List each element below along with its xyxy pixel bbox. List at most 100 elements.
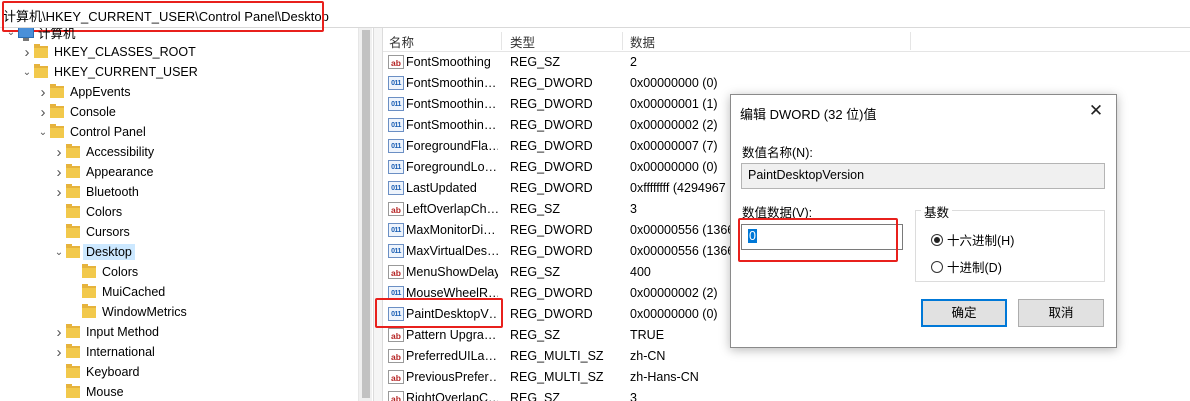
tree-scrollbar[interactable] xyxy=(358,28,372,401)
tree-item[interactable]: › AppEvents xyxy=(36,82,131,102)
list-row[interactable]: ab PreviousPrefer… REG_MULTI_SZ zh-Hans-CN xyxy=(383,367,1190,388)
list-row[interactable]: ab PreferredUILa… REG_MULTI_SZ zh-CN xyxy=(383,346,1190,367)
tree-item-label[interactable]: Colors xyxy=(86,205,122,219)
tree-item-label[interactable]: HKEY_CURRENT_USER xyxy=(54,65,198,79)
tree-item-label[interactable]: Control Panel xyxy=(70,125,146,139)
dword-value-icon: 011 xyxy=(388,286,404,300)
tree-item[interactable]: › Accessibility xyxy=(52,142,155,162)
row-data: 0x00000002 (2) xyxy=(630,118,718,132)
radio-dec-label[interactable]: 十进制(D) xyxy=(947,257,1002,276)
radio-hex-label[interactable]: 十六进制(H) xyxy=(947,230,1014,249)
chevron-right-icon[interactable]: › xyxy=(52,342,66,362)
tree-item[interactable]: Colors xyxy=(52,202,122,222)
address-path[interactable]: 计算机\HKEY_CURRENT_USER\Control Panel\Desk… xyxy=(3,6,329,25)
row-type: REG_DWORD xyxy=(510,181,593,195)
tree-item-label[interactable]: Accessibility xyxy=(86,145,154,159)
folder-icon xyxy=(82,304,96,318)
tree-item[interactable]: ⌄ 计算机 xyxy=(4,28,76,42)
row-name: Pattern Upgra… xyxy=(406,328,497,342)
dword-value-icon: 011 xyxy=(388,223,404,237)
chevron-right-icon[interactable]: › xyxy=(52,182,66,202)
column-type-header[interactable]: 类型 xyxy=(504,32,623,50)
list-row[interactable]: ab FontSmoothing REG_SZ 2 xyxy=(383,52,1190,73)
tree-scroll-thumb[interactable] xyxy=(362,30,370,398)
chevron-right-icon[interactable]: › xyxy=(20,42,34,62)
row-name: FontSmoothing xyxy=(406,55,491,69)
tree-item[interactable]: › Console xyxy=(36,102,116,122)
tree-item-label[interactable]: Keyboard xyxy=(86,365,140,379)
folder-icon xyxy=(82,284,96,298)
tree-item[interactable]: MuiCached xyxy=(68,282,165,302)
tree-item[interactable]: › Appearance xyxy=(52,162,154,182)
tree-item[interactable]: Keyboard xyxy=(52,362,140,382)
folder-icon xyxy=(50,104,64,118)
string-value-icon: ab xyxy=(388,349,404,363)
row-name: FontSmoothin… xyxy=(406,97,497,111)
row-data: 3 xyxy=(630,391,637,401)
radio-decimal[interactable]: 十进制(D) xyxy=(931,257,1002,276)
tree-item[interactable]: › Input Method xyxy=(52,322,159,342)
tree-item[interactable]: › HKEY_CLASSES_ROOT xyxy=(20,42,196,62)
tree-item-label[interactable]: Cursors xyxy=(86,225,130,239)
tree-item[interactable]: Mouse xyxy=(52,382,124,401)
chevron-right-icon[interactable]: › xyxy=(52,142,66,162)
folder-icon xyxy=(50,84,64,98)
tree-item-label[interactable]: Appearance xyxy=(86,165,153,179)
chevron-right-icon[interactable]: › xyxy=(52,162,66,182)
radio-dec-dot[interactable] xyxy=(931,260,943,273)
tree-item-label[interactable]: HKEY_CLASSES_ROOT xyxy=(54,45,196,59)
chevron-right-icon[interactable]: › xyxy=(36,102,50,122)
value-data-input[interactable]: 0 xyxy=(741,224,903,250)
tree-item-label[interactable]: Input Method xyxy=(86,325,159,339)
row-data: 0xffffffff (4294967 xyxy=(630,181,726,195)
tree-item-label[interactable]: Mouse xyxy=(86,385,124,399)
tree-item[interactable]: ⌄ Control Panel xyxy=(36,122,146,142)
row-name: LeftOverlapCh… xyxy=(406,202,498,216)
chevron-down-icon[interactable]: ⌄ xyxy=(36,122,50,142)
radio-hex-dot[interactable] xyxy=(931,233,943,246)
tree-item-label[interactable]: Desktop xyxy=(83,244,135,260)
close-icon[interactable]: ✕ xyxy=(1086,101,1106,121)
cancel-button[interactable]: 取消 xyxy=(1018,299,1104,327)
column-name-header[interactable]: 名称 xyxy=(383,32,502,50)
tree-item-label[interactable]: Bluetooth xyxy=(86,185,139,199)
folder-icon xyxy=(34,64,48,78)
tree-item-label[interactable]: International xyxy=(86,345,155,359)
chevron-down-icon[interactable]: ⌄ xyxy=(4,28,18,42)
tree-item[interactable]: › Bluetooth xyxy=(52,182,139,202)
tree-item[interactable]: › International xyxy=(52,342,155,362)
value-data-label: 数值数据(V): xyxy=(742,206,813,220)
tree-item-label[interactable]: AppEvents xyxy=(70,85,130,99)
tree-item-label[interactable]: Colors xyxy=(102,265,138,279)
tree-item-label[interactable]: Console xyxy=(70,105,116,119)
column-data-header[interactable]: 数据 xyxy=(624,32,911,50)
radio-hexadecimal[interactable]: 十六进制(H) xyxy=(931,230,1014,249)
chevron-right-icon[interactable]: › xyxy=(52,322,66,342)
chevron-right-icon[interactable]: › xyxy=(36,82,50,102)
ok-button[interactable]: 确定 xyxy=(921,299,1007,327)
pane-splitter[interactable] xyxy=(373,28,383,401)
registry-tree[interactable]: ⌄ 计算机 › HKEY_CLASSES_ROOT ⌄ HKEY_CURRENT_USER… xyxy=(0,28,372,401)
dword-value-icon: 011 xyxy=(388,160,404,174)
tree-item-label[interactable]: 计算机 xyxy=(38,28,76,42)
tree-item[interactable]: Cursors xyxy=(52,222,130,242)
chevron-down-icon[interactable]: ⌄ xyxy=(52,242,66,262)
tree-item[interactable]: ⌄ Desktop xyxy=(52,242,135,262)
value-data-text[interactable]: 0 xyxy=(748,229,757,243)
folder-icon xyxy=(66,144,80,158)
list-row[interactable]: 011 FontSmoothin… REG_DWORD 0x00000000 (0) xyxy=(383,73,1190,94)
tree-item[interactable]: ⌄ HKEY_CURRENT_USER xyxy=(20,62,198,82)
address-bar[interactable]: 计算机\HKEY_CURRENT_USER\Control Panel\Desk… xyxy=(0,0,1190,28)
tree-item[interactable]: WindowMetrics xyxy=(68,302,187,322)
row-type: REG_DWORD xyxy=(510,118,593,132)
list-row[interactable]: ab RightOverlapC… REG_SZ 3 xyxy=(383,388,1190,401)
row-name: PreferredUILa… xyxy=(406,349,498,363)
tree-item[interactable]: Colors xyxy=(68,262,138,282)
tree-item-label[interactable]: WindowMetrics xyxy=(102,305,187,319)
tree-item-label[interactable]: MuiCached xyxy=(102,285,165,299)
chevron-down-icon[interactable]: ⌄ xyxy=(20,62,34,82)
